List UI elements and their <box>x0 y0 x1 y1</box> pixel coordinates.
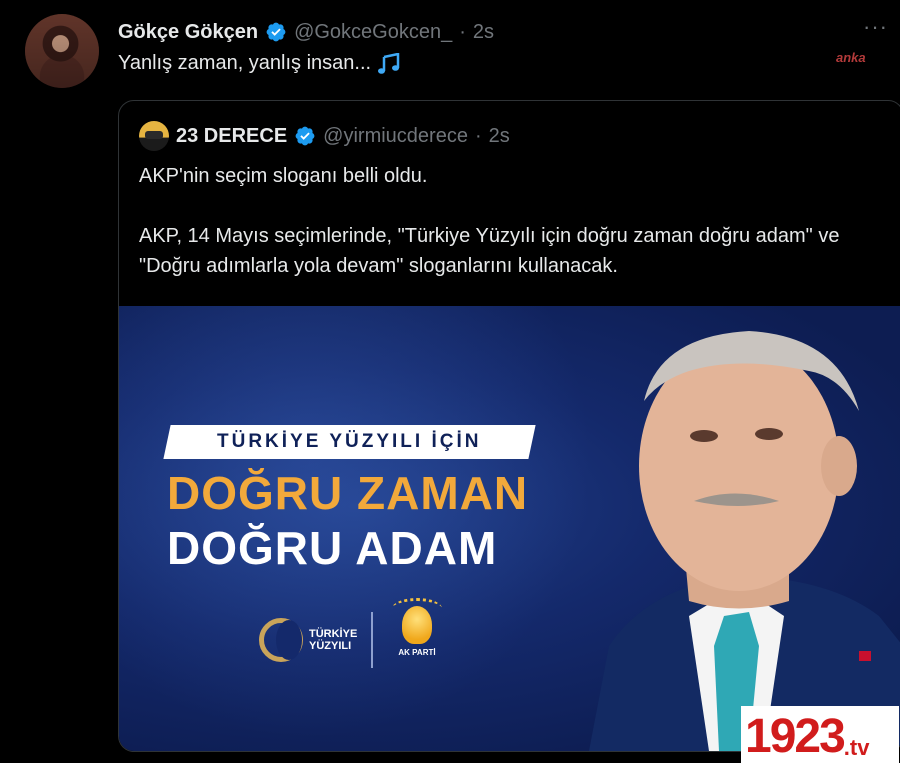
ak-parti-label: AK PARTİ <box>398 648 436 657</box>
quoted-author-avatar[interactable] <box>139 121 169 151</box>
musical-notes-icon <box>378 52 400 74</box>
separator: · <box>474 124 482 147</box>
ak-parti-logo: AK PARTİ <box>389 598 445 657</box>
quoted-author-name[interactable]: 23 DERECE <box>176 125 287 148</box>
logo-text-line-1: TÜRKİYE <box>309 628 358 640</box>
author-avatar[interactable] <box>25 14 99 88</box>
poster-banner: TÜRKİYE YÜZYILI İÇİN <box>163 425 536 459</box>
author-name[interactable]: Gökçe Gökçen <box>118 21 258 44</box>
quoted-paragraph-1: AKP'nin seçim sloganı belli oldu. <box>139 165 428 187</box>
poster-banner-text: TÜRKİYE YÜZYILI İÇİN <box>217 431 482 452</box>
verified-badge-icon <box>295 126 315 146</box>
poster-image[interactable]: TÜRKİYE YÜZYILI İÇİN DOĞRU ZAMAN DOĞRU A… <box>119 306 900 751</box>
tweet-text-content: Yanlış zaman, yanlış insan... <box>118 52 372 74</box>
verified-badge-icon <box>266 22 286 42</box>
tweet-text: Yanlış zaman, yanlış insan... <box>118 52 403 75</box>
more-options-icon[interactable]: ··· <box>863 14 888 40</box>
anka-watermark: anka <box>836 50 866 65</box>
timestamp[interactable]: 2s <box>473 21 494 44</box>
crescent-ring-icon <box>259 618 303 662</box>
poster-headline-2: DOĞRU ADAM <box>167 522 498 574</box>
poster-headline-1: DOĞRU ZAMAN <box>167 467 529 519</box>
quoted-tweet[interactable]: 23 DERECE @yirmiucderece · 2s AKP'nin se… <box>118 100 900 752</box>
tweet-header: Gökçe Gökçen @GokceGokcen_ · 2s <box>118 18 494 46</box>
quoted-paragraph-2: AKP, 14 Mayıs seçimlerinde, "Türkiye Yüz… <box>139 225 840 277</box>
quoted-tweet-header: 23 DERECE @yirmiucderece · 2s <box>139 121 510 151</box>
logo-text-line-2: YÜZYILI <box>309 640 352 652</box>
author-handle[interactable]: @GokceGokcen_ <box>294 21 452 44</box>
logo-divider <box>371 612 373 668</box>
quoted-timestamp[interactable]: 2s <box>489 125 510 148</box>
quoted-author-handle[interactable]: @yirmiucderece <box>323 125 468 148</box>
1923-tv-logo: 1923 .tv <box>741 706 899 763</box>
logo-number: 1923 <box>745 710 846 763</box>
turkiye-yuzyili-logo: TÜRKİYE YÜZYILI <box>259 618 357 662</box>
logo-suffix: .tv <box>843 735 870 760</box>
light-bulb-icon <box>392 598 442 644</box>
portrait-illustration <box>589 331 900 751</box>
quoted-tweet-text: AKP'nin seçim sloganı belli oldu. AKP, 1… <box>139 161 879 281</box>
separator: · <box>459 20 466 43</box>
